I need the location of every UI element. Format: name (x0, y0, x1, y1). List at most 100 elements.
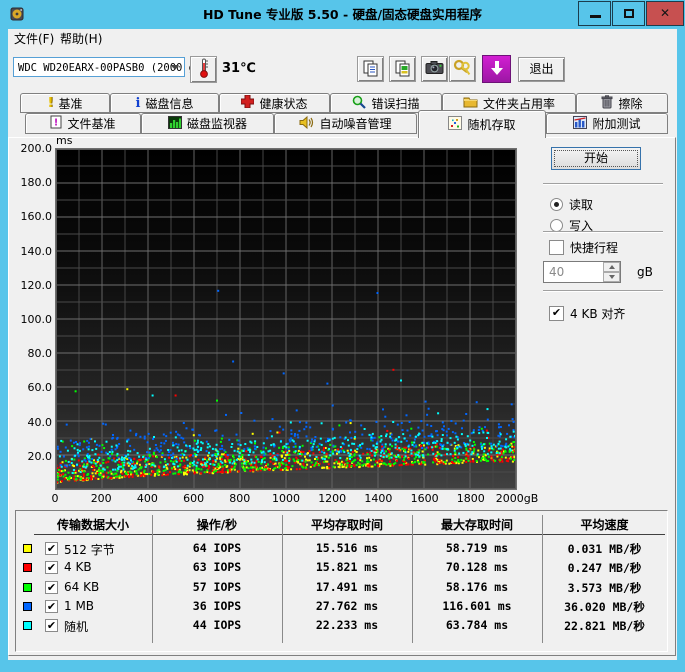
save-results-button[interactable] (482, 55, 511, 83)
x-tick: 1400 (364, 492, 393, 505)
col-header-max-access: 最大存取时间 (440, 518, 513, 532)
svg-text:!: ! (54, 118, 59, 129)
tab-auto-acoustic[interactable]: 自动噪音管理 (274, 113, 417, 134)
y-axis-unit: ms (56, 134, 73, 147)
table-cell: 22.821 MB/秒 (564, 619, 645, 633)
tab-label: 随机存取 (467, 118, 516, 132)
start-button[interactable]: 开始 (551, 147, 641, 170)
series-checkbox[interactable]: ✔ (45, 599, 58, 613)
table-cell: 70.128 ms (445, 560, 509, 575)
y-tick: 180.0 (20, 176, 53, 190)
results-table: 传输数据大小 操作/秒 平均存取时间 最大存取时间 平均速度 ✔ 512 字节 64… (15, 510, 668, 652)
separator (543, 183, 663, 185)
bar-chart-icon (167, 115, 182, 132)
x-tick: 400 (136, 492, 158, 505)
y-tick: 100.0 (20, 313, 53, 326)
tab-disk-info[interactable]: i 磁盘信息 (110, 93, 219, 113)
table-cell: 3.573 MB/秒 (567, 580, 642, 595)
x-tick: 200 (90, 492, 112, 505)
tab-disk-monitor[interactable]: 磁盘监视器 (141, 113, 274, 134)
table-cell: 63 IOPS (192, 560, 242, 575)
separator (543, 290, 663, 292)
series-checkbox[interactable]: ✔ (45, 542, 58, 555)
col-header-iops: 操作/秒 (196, 518, 238, 532)
check-mark: ✔ (551, 306, 562, 319)
chevron-down-icon (171, 65, 179, 70)
temperature-button[interactable] (190, 56, 217, 83)
minimize-button[interactable] (578, 1, 611, 26)
table-cell: 64 IOPS (192, 541, 242, 555)
copy-text-button[interactable] (357, 56, 384, 82)
menu-file[interactable]: 文件(F) (8, 30, 60, 48)
folder-icon (463, 96, 478, 111)
align-4kb-label: 4 KB 对齐 (570, 307, 626, 321)
spin-up-button[interactable] (603, 262, 620, 272)
table-cell: 22.233 ms (315, 618, 379, 632)
tab-random-access[interactable]: 随机存取 (418, 110, 546, 138)
registration-button[interactable] (449, 56, 476, 82)
info-icon: i (135, 95, 141, 111)
maximize-button[interactable] (612, 1, 645, 26)
tab-health[interactable]: 健康状态 (219, 93, 330, 113)
close-icon: ✕ (659, 6, 671, 20)
tab-label: 文件基准 (67, 117, 116, 131)
x-tick: 1000 (272, 492, 300, 505)
keys-icon (453, 59, 472, 80)
tab-extra-tests[interactable]: 附加测试 (546, 113, 668, 134)
table-cell: 0.031 MB/秒 (567, 542, 642, 556)
tab-label: 基准 (58, 96, 83, 111)
tab-label: 自动噪音管理 (319, 117, 392, 131)
titlebar: HD Tune 专业版 5.50 - 硬盘/固态硬盘实用程序 ✕ (0, 0, 685, 29)
short-stroke-label: 快捷行程 (570, 241, 619, 255)
tab-benchmark[interactable]: ! 基准 (20, 93, 110, 113)
table-cell: 58.719 ms (445, 541, 509, 555)
benchmark-icon: ! (47, 95, 54, 111)
radio-dot (554, 202, 559, 207)
x-tick: 1600 (410, 492, 439, 505)
copy-image-button[interactable] (389, 56, 416, 82)
header-underline (34, 534, 665, 535)
table-cell: 15.516 ms (315, 541, 379, 555)
close-button[interactable]: ✕ (646, 1, 684, 26)
series-checkbox[interactable]: ✔ (45, 619, 58, 632)
x-tick: 1200 (318, 492, 347, 505)
y-tick: 160.0 (20, 210, 53, 224)
screenshot-button[interactable] (421, 56, 448, 82)
exit-button[interactable]: 退出 (518, 57, 565, 82)
table-cell: 36.020 MB/秒 (564, 599, 645, 614)
menu-help[interactable]: 帮助(H) (54, 30, 108, 48)
table-cell: 58.176 ms (445, 579, 509, 594)
drive-select[interactable]: WDC WD20EARX-00PASB0 (2000 gB) (13, 57, 208, 77)
scatter-plot (55, 148, 517, 490)
series-color-swatch (23, 621, 32, 630)
y-tick: 60.0 (27, 381, 53, 395)
tab-file-benchmark[interactable]: ! 文件基准 (25, 113, 141, 134)
short-stroke-checkbox[interactable]: ✔ 快捷行程 (549, 239, 618, 256)
trash-icon (601, 94, 613, 112)
series-label: 1 MB (64, 598, 95, 613)
drive-select-value: WDC WD20EARX-00PASB0 (2000 gB) (18, 62, 208, 74)
spin-down-button[interactable] (603, 272, 620, 282)
minimize-icon (590, 15, 601, 18)
col-header-transfer-size: 传输数据大小 (56, 518, 129, 532)
read-radio[interactable]: 读取 (550, 196, 593, 213)
x-tick: 1800 (456, 492, 485, 505)
table-cell: 36 IOPS (192, 598, 242, 613)
table-cell: 27.762 ms (315, 598, 379, 613)
tab-label: 磁盘信息 (145, 96, 194, 111)
series-checkbox[interactable]: ✔ (45, 561, 58, 575)
series-checkbox[interactable]: ✔ (45, 580, 58, 594)
table-cell: 0.247 MB/秒 (567, 561, 642, 576)
magnifier-icon (352, 95, 367, 112)
series-label: 512 字节 (64, 543, 115, 557)
series-color-swatch (23, 563, 32, 573)
spin-down-icon (608, 275, 615, 279)
y-tick: 80.0 (27, 347, 53, 361)
table-cell: 17.491 ms (315, 579, 379, 594)
y-tick: 20.0 (27, 449, 53, 463)
copy-text-icon (362, 59, 380, 80)
exit-button-label: 退出 (529, 62, 554, 76)
tab-erase[interactable]: 擦除 (576, 93, 668, 113)
short-stroke-size-input[interactable]: 40 (543, 261, 621, 283)
align-4kb-checkbox[interactable]: ✔ 4 KB 对齐 (549, 305, 625, 322)
